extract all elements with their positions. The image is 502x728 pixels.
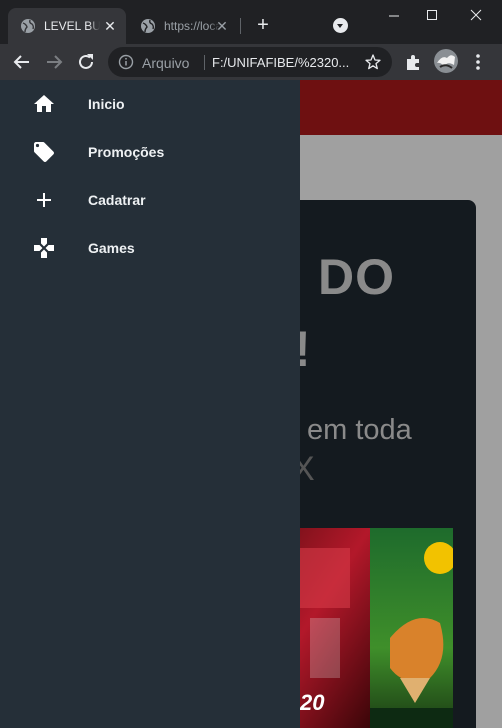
info-icon[interactable]: [118, 54, 134, 70]
drawer-item-cadatrar[interactable]: Cadatrar: [0, 176, 300, 224]
svg-text:20: 20: [299, 690, 325, 715]
globe-icon: [21, 19, 35, 33]
new-tab-button[interactable]: +: [252, 14, 274, 36]
bookmark-star-icon[interactable]: [364, 53, 382, 71]
close-window-icon[interactable]: [456, 0, 496, 32]
tab-separator: [240, 18, 241, 34]
profile-avatar[interactable]: [434, 49, 458, 73]
url-text[interactable]: F:/UNIFAFIBE/%2320...: [212, 55, 349, 70]
hero-title: DO: [318, 249, 395, 305]
back-arrow-icon[interactable]: [10, 50, 34, 74]
tag-icon: [34, 142, 54, 162]
hero-subtitle: em toda: [307, 414, 412, 446]
drawer-item-games[interactable]: Games: [0, 224, 300, 272]
side-drawer: Inicio Promoções Cadatrar Games: [0, 80, 300, 728]
reload-icon[interactable]: [74, 50, 98, 74]
close-tab-icon[interactable]: ✕: [214, 18, 230, 34]
extensions-puzzle-icon[interactable]: [402, 50, 426, 74]
close-tab-icon[interactable]: ✕: [102, 18, 118, 34]
globe-icon: [141, 19, 155, 33]
maximize-window-icon[interactable]: [412, 0, 452, 32]
minimize-window-icon[interactable]: [374, 0, 414, 32]
forward-arrow-icon[interactable]: [42, 50, 66, 74]
drawer-item-inicio[interactable]: Inicio: [0, 80, 300, 128]
drawer-item-label: Promoções: [88, 144, 165, 160]
drawer-item-label: Cadatrar: [88, 192, 146, 208]
more-menu-icon[interactable]: [466, 50, 490, 74]
address-bar[interactable]: Arquivo F:/UNIFAFIBE/%2320...: [108, 47, 392, 77]
tab-title: https://localhost: [164, 19, 220, 33]
drawer-item-label: Inicio: [88, 96, 125, 112]
url-scheme-label: Arquivo: [142, 55, 190, 71]
page-viewport: DO ! em toda X 20 Inicio Promoções Cadat…: [0, 80, 502, 728]
tab-strip: LEVEL BUGS ✕ https://localhost ✕ +: [0, 0, 502, 44]
browser-toolbar: Arquivo F:/UNIFAFIBE/%2320...: [0, 44, 502, 80]
plus-icon: [37, 193, 51, 207]
tab-search-icon[interactable]: [333, 18, 348, 33]
tab-level-bugs[interactable]: LEVEL BUGS ✕: [8, 8, 126, 44]
tab-localhost[interactable]: https://localhost ✕: [128, 8, 238, 44]
drawer-item-label: Games: [88, 240, 135, 256]
drawer-item-promocoes[interactable]: Promoções: [0, 128, 300, 176]
home-icon: [34, 95, 54, 112]
gamepad-icon: [34, 238, 54, 258]
omnibox-divider: [204, 55, 205, 70]
tab-title: LEVEL BUGS: [44, 19, 100, 33]
